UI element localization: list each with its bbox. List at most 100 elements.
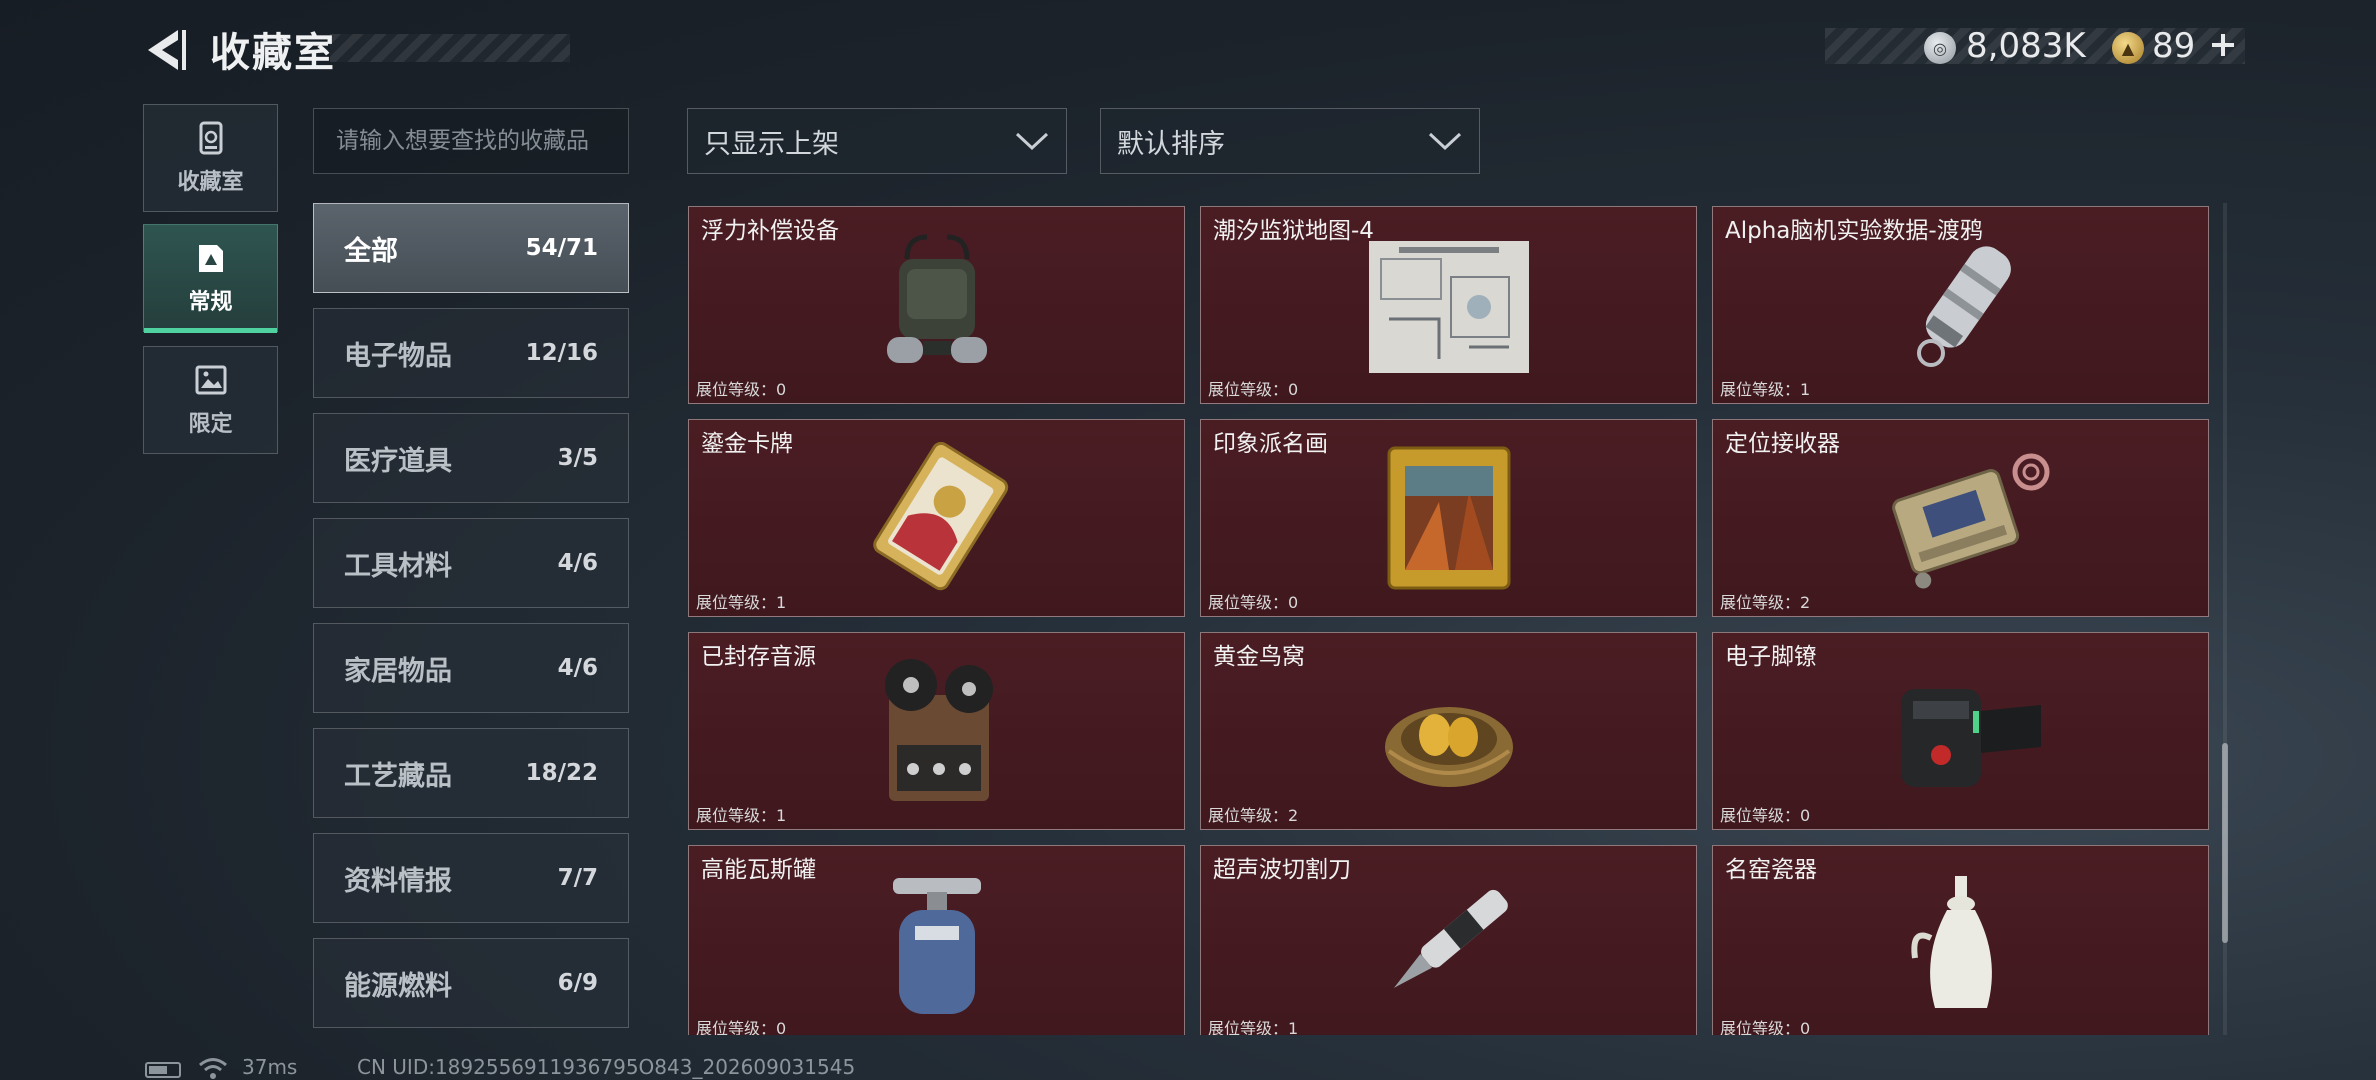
- booth-level: 展位等级：0: [1720, 806, 1811, 825]
- booth-level: 展位等级：0: [1208, 593, 1299, 612]
- category-name: 能源燃料: [344, 970, 452, 1002]
- dropdown-value: 只显示上架: [704, 128, 839, 160]
- side-tab-regular[interactable]: 常规: [143, 224, 278, 333]
- collectible-card[interactable]: 电子脚镣 展位等级：0: [1712, 632, 2209, 830]
- back-arrow-icon: [148, 30, 186, 70]
- wifi-icon: [199, 1058, 227, 1079]
- framed-painting-icon: [1387, 446, 1510, 590]
- category-count: 6/9: [557, 970, 598, 996]
- plus-icon: [2212, 34, 2234, 56]
- category-all[interactable]: 全部 54/71: [313, 203, 629, 293]
- category-name: 医疗道具: [344, 445, 452, 477]
- item-name: 浮力补偿设备: [701, 218, 839, 244]
- collectible-card[interactable]: 鎏金卡牌 展位等级：1: [688, 419, 1185, 617]
- user-uid: CN UID:1892556911936795O843_202609031545: [357, 1055, 856, 1079]
- listed-filter-dropdown[interactable]: 只显示上架: [687, 108, 1067, 174]
- booth-level: 展位等级：1: [696, 806, 787, 825]
- porcelain-vase-icon: [1910, 876, 1992, 1008]
- category-electronics[interactable]: 电子物品 12/16: [313, 308, 629, 398]
- collectible-card[interactable]: 超声波切割刀 展位等级：1: [1200, 845, 1697, 1035]
- collectible-grid: 浮力补偿设备 展位等级：0 潮汐监狱地图-4 展位等级：0 Alpha脑机实验数…: [686, 203, 2210, 1035]
- collection-room-icon: [199, 121, 222, 155]
- category-name: 工艺藏品: [344, 760, 452, 792]
- side-tab-label: 收藏室: [177, 170, 244, 195]
- booth-level: 展位等级：0: [696, 1019, 787, 1035]
- booth-level: 展位等级：2: [1208, 806, 1299, 825]
- limited-image-icon: [195, 365, 226, 395]
- collectible-card[interactable]: 潮汐监狱地图-4 展位等级：0: [1200, 206, 1697, 404]
- collectible-card[interactable]: 印象派名画 展位等级：0: [1200, 419, 1697, 617]
- category-tools[interactable]: 工具材料 4/6: [313, 518, 629, 608]
- category-count: 3/5: [557, 445, 598, 471]
- ping-value: 37ms: [242, 1055, 298, 1079]
- item-name: 潮汐监狱地图-4: [1213, 218, 1374, 244]
- category-crafts[interactable]: 工艺藏品 18/22: [313, 728, 629, 818]
- category-count: 7/7: [557, 865, 598, 891]
- reel-tape-recorder-icon: [884, 659, 993, 801]
- side-tab-label: 限定: [188, 412, 233, 437]
- prison-map-icon: [1368, 241, 1529, 373]
- item-name: 黄金鸟窝: [1213, 644, 1305, 670]
- silver-coin-icon: ◎: [1924, 32, 1956, 64]
- silver-currency-value: 8,083K: [1966, 26, 2086, 66]
- gilded-card-icon: [872, 442, 1008, 591]
- locator-receiver-icon: [1891, 453, 2049, 589]
- category-fuel[interactable]: 能源燃料 6/9: [313, 938, 629, 1028]
- category-count: 54/71: [525, 235, 598, 261]
- back-button[interactable]: [140, 22, 190, 78]
- grid-scrollbar-thumb[interactable]: [2222, 743, 2228, 943]
- item-name: 高能瓦斯罐: [701, 857, 816, 883]
- booth-level: 展位等级：2: [1720, 593, 1811, 612]
- collectible-card[interactable]: 已封存音源 展位等级：1: [688, 632, 1185, 830]
- booth-level: 展位等级：1: [696, 593, 787, 612]
- category-name: 工具材料: [344, 550, 452, 582]
- booth-level: 展位等级：1: [1720, 380, 1811, 399]
- category-name: 资料情报: [344, 865, 452, 897]
- category-household[interactable]: 家居物品 4/6: [313, 623, 629, 713]
- collectible-card[interactable]: 高能瓦斯罐 展位等级：0: [688, 845, 1185, 1035]
- gold-coin-icon: ▲: [2112, 32, 2144, 64]
- item-name: 定位接收器: [1725, 431, 1840, 457]
- ankle-monitor-icon: [1900, 689, 2041, 787]
- page-title: 收藏室: [210, 30, 336, 76]
- side-tab-limited[interactable]: 限定: [143, 346, 278, 454]
- collectible-card[interactable]: 浮力补偿设备 展位等级：0: [688, 206, 1185, 404]
- item-name: 鎏金卡牌: [701, 431, 793, 457]
- sort-dropdown[interactable]: 默认排序: [1100, 108, 1480, 174]
- category-name: 电子物品: [344, 340, 452, 372]
- category-count: 4/6: [557, 550, 598, 576]
- side-tab-label: 常规: [188, 290, 233, 315]
- booth-level: 展位等级：1: [1208, 1019, 1299, 1035]
- category-count: 12/16: [525, 340, 598, 366]
- item-name: 电子脚镣: [1725, 644, 1817, 670]
- item-name: 已封存音源: [701, 644, 816, 670]
- item-name: 印象派名画: [1213, 431, 1328, 457]
- category-name: 全部: [344, 235, 398, 267]
- battery-icon: [145, 1062, 181, 1078]
- gas-canister-icon: [892, 878, 981, 1014]
- booth-level: 展位等级：0: [696, 380, 787, 399]
- collectible-card[interactable]: 黄金鸟窝 展位等级：2: [1200, 632, 1697, 830]
- regular-document-icon: [198, 245, 223, 272]
- buoyancy-device-icon: [886, 234, 987, 363]
- data-canister-icon: [1916, 246, 2011, 367]
- add-currency-button[interactable]: [2208, 24, 2238, 64]
- category-intel[interactable]: 资料情报 7/7: [313, 833, 629, 923]
- category-count: 18/22: [525, 760, 598, 786]
- collectible-card[interactable]: 定位接收器 展位等级：2: [1712, 419, 2209, 617]
- chevron-down-icon: [1428, 132, 1462, 151]
- collectible-card[interactable]: Alpha脑机实验数据-渡鸦 展位等级：1: [1712, 206, 2209, 404]
- chevron-down-icon: [1015, 132, 1049, 151]
- dropdown-value: 默认排序: [1117, 128, 1225, 160]
- ultrasonic-knife-icon: [1393, 889, 1508, 988]
- side-tab-collection-room[interactable]: 收藏室: [143, 104, 278, 212]
- collectible-card[interactable]: 名窑瓷器 展位等级：0: [1712, 845, 2209, 1035]
- gold-currency-value: 89: [2152, 26, 2196, 66]
- title-decoration: [330, 34, 570, 62]
- category-medical[interactable]: 医疗道具 3/5: [313, 413, 629, 503]
- booth-level: 展位等级：0: [1720, 1019, 1811, 1035]
- item-name: 超声波切割刀: [1213, 857, 1351, 883]
- search-input[interactable]: [313, 108, 629, 174]
- golden-nest-icon: [1384, 707, 1513, 787]
- booth-level: 展位等级：0: [1208, 380, 1299, 399]
